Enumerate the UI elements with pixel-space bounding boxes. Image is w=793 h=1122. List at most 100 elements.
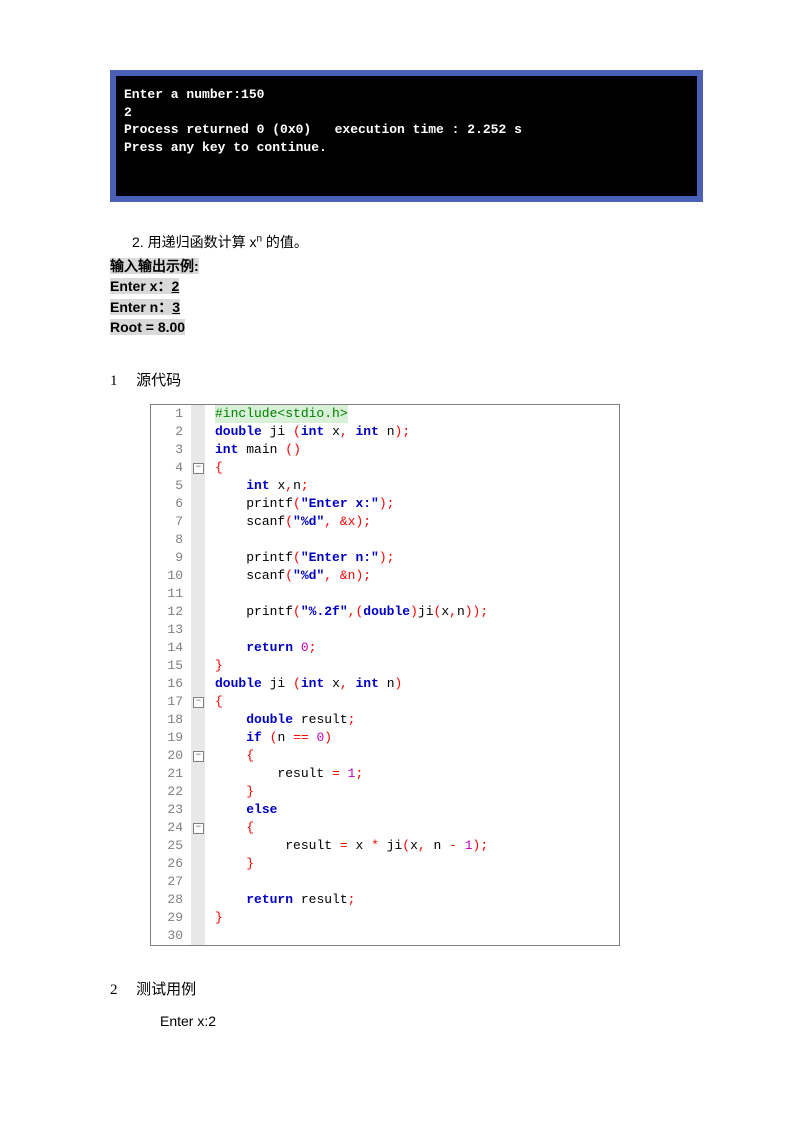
code-line: 23 else xyxy=(151,801,619,819)
line-number: 12 xyxy=(151,603,191,621)
id-printf: printf xyxy=(246,496,293,511)
indent xyxy=(215,496,246,511)
problem-text: 用递归函数计算 x xyxy=(148,234,257,250)
code-line: 2 double ji (int x, int n); xyxy=(151,423,619,441)
line-number: 2 xyxy=(151,423,191,441)
line-number: 18 xyxy=(151,711,191,729)
punct: , xyxy=(324,568,340,583)
kw-return: return xyxy=(246,892,293,907)
line-number: 6 xyxy=(151,495,191,513)
io-root-value: 8.00 xyxy=(158,319,185,335)
id-scanf: scanf xyxy=(246,514,285,529)
num-zero: 0 xyxy=(301,640,309,655)
code-editor[interactable]: 1 #include<stdio.h> 2 double ji (int x, … xyxy=(150,404,620,946)
punct: } xyxy=(246,784,254,799)
str-literal: "Enter x:" xyxy=(301,496,379,511)
code-line: 25 result = x * ji(x, n - 1); xyxy=(151,837,619,855)
num-one: 1 xyxy=(465,838,473,853)
kw-int: int xyxy=(301,676,324,691)
code-line: 21 result = 1; xyxy=(151,765,619,783)
indent xyxy=(215,478,246,493)
punct: ( xyxy=(285,442,293,457)
punct: ( xyxy=(285,568,293,583)
code-line: 20 − { xyxy=(151,747,619,765)
fold-toggle-icon[interactable]: − xyxy=(193,751,204,762)
code-line: 8 xyxy=(151,531,619,549)
punct: ) xyxy=(379,496,387,511)
section-label: 测试用例 xyxy=(136,981,196,998)
punct: { xyxy=(215,460,223,475)
line-number: 23 xyxy=(151,801,191,819)
id-ji: ji xyxy=(418,604,434,619)
id-main: main xyxy=(246,442,277,457)
punct: ; xyxy=(348,712,356,727)
punct: ) xyxy=(324,730,332,745)
console-line: Press any key to continue. xyxy=(124,140,327,155)
id-result: result xyxy=(285,838,332,853)
kw-int: int xyxy=(215,442,238,457)
kw-double: double xyxy=(215,424,262,439)
code-line: 19 if (n == 0) xyxy=(151,729,619,747)
code-line: 9 printf("Enter n:"); xyxy=(151,549,619,567)
indent xyxy=(215,550,246,565)
line-number: 22 xyxy=(151,783,191,801)
line-number: 30 xyxy=(151,927,191,945)
kw-else: else xyxy=(246,802,277,817)
punct: } xyxy=(215,658,223,673)
line-number: 16 xyxy=(151,675,191,693)
id-ji: ji xyxy=(270,424,286,439)
id-ji: ji xyxy=(387,838,403,853)
line-number: 26 xyxy=(151,855,191,873)
op-star: * xyxy=(363,838,386,853)
line-number: 24 xyxy=(151,819,191,837)
indent xyxy=(215,748,246,763)
line-number: 19 xyxy=(151,729,191,747)
kw-return: return xyxy=(246,640,293,655)
line-number: 15 xyxy=(151,657,191,675)
io-enter-n-value: 3 xyxy=(172,299,180,315)
console-line: 2 xyxy=(124,105,132,120)
line-number: 4 xyxy=(151,459,191,477)
id-x: x xyxy=(441,604,449,619)
id-x: x xyxy=(332,424,340,439)
kw-int: int xyxy=(301,424,324,439)
id-result: result xyxy=(277,766,324,781)
io-enter-x-label: Enter x： xyxy=(110,278,171,294)
kw-if: if xyxy=(246,730,262,745)
fold-toggle-icon[interactable]: − xyxy=(193,463,204,474)
code-line: 22 } xyxy=(151,783,619,801)
line-number: 10 xyxy=(151,567,191,585)
id-result: result xyxy=(301,892,348,907)
code-line: 4 − { xyxy=(151,459,619,477)
line-number: 28 xyxy=(151,891,191,909)
fold-toggle-icon[interactable]: − xyxy=(193,697,204,708)
code-line: 6 printf("Enter x:"); xyxy=(151,495,619,513)
code-line: 27 xyxy=(151,873,619,891)
fold-toggle-icon[interactable]: − xyxy=(193,823,204,834)
indent xyxy=(215,766,277,781)
str-literal: "%d" xyxy=(293,568,324,583)
punct: ; xyxy=(402,424,410,439)
indent xyxy=(215,838,277,853)
id-n: n xyxy=(387,676,395,691)
amp-n: &n xyxy=(340,568,356,583)
line-number: 7 xyxy=(151,513,191,531)
code-line: 5 int x,n; xyxy=(151,477,619,495)
id-printf: printf xyxy=(246,550,293,565)
code-line: 12 printf("%.2f",(double)ji(x,n)); xyxy=(151,603,619,621)
code-line: 24 − { xyxy=(151,819,619,837)
code-line: 1 #include<stdio.h> xyxy=(151,405,619,423)
punct: ( xyxy=(402,838,410,853)
punct: , xyxy=(418,838,434,853)
section-source-code: 1 源代码 xyxy=(110,369,703,390)
kw-int: int xyxy=(246,478,269,493)
id-printf: printf xyxy=(246,604,293,619)
console-line: Enter a number:150 xyxy=(124,87,264,102)
indent xyxy=(215,856,246,871)
indent xyxy=(215,892,246,907)
id-x: x xyxy=(410,838,418,853)
indent xyxy=(215,802,246,817)
section-test-cases: 2 测试用例 xyxy=(110,978,703,999)
code-line: 17 − { xyxy=(151,693,619,711)
kw-int: int xyxy=(356,676,379,691)
